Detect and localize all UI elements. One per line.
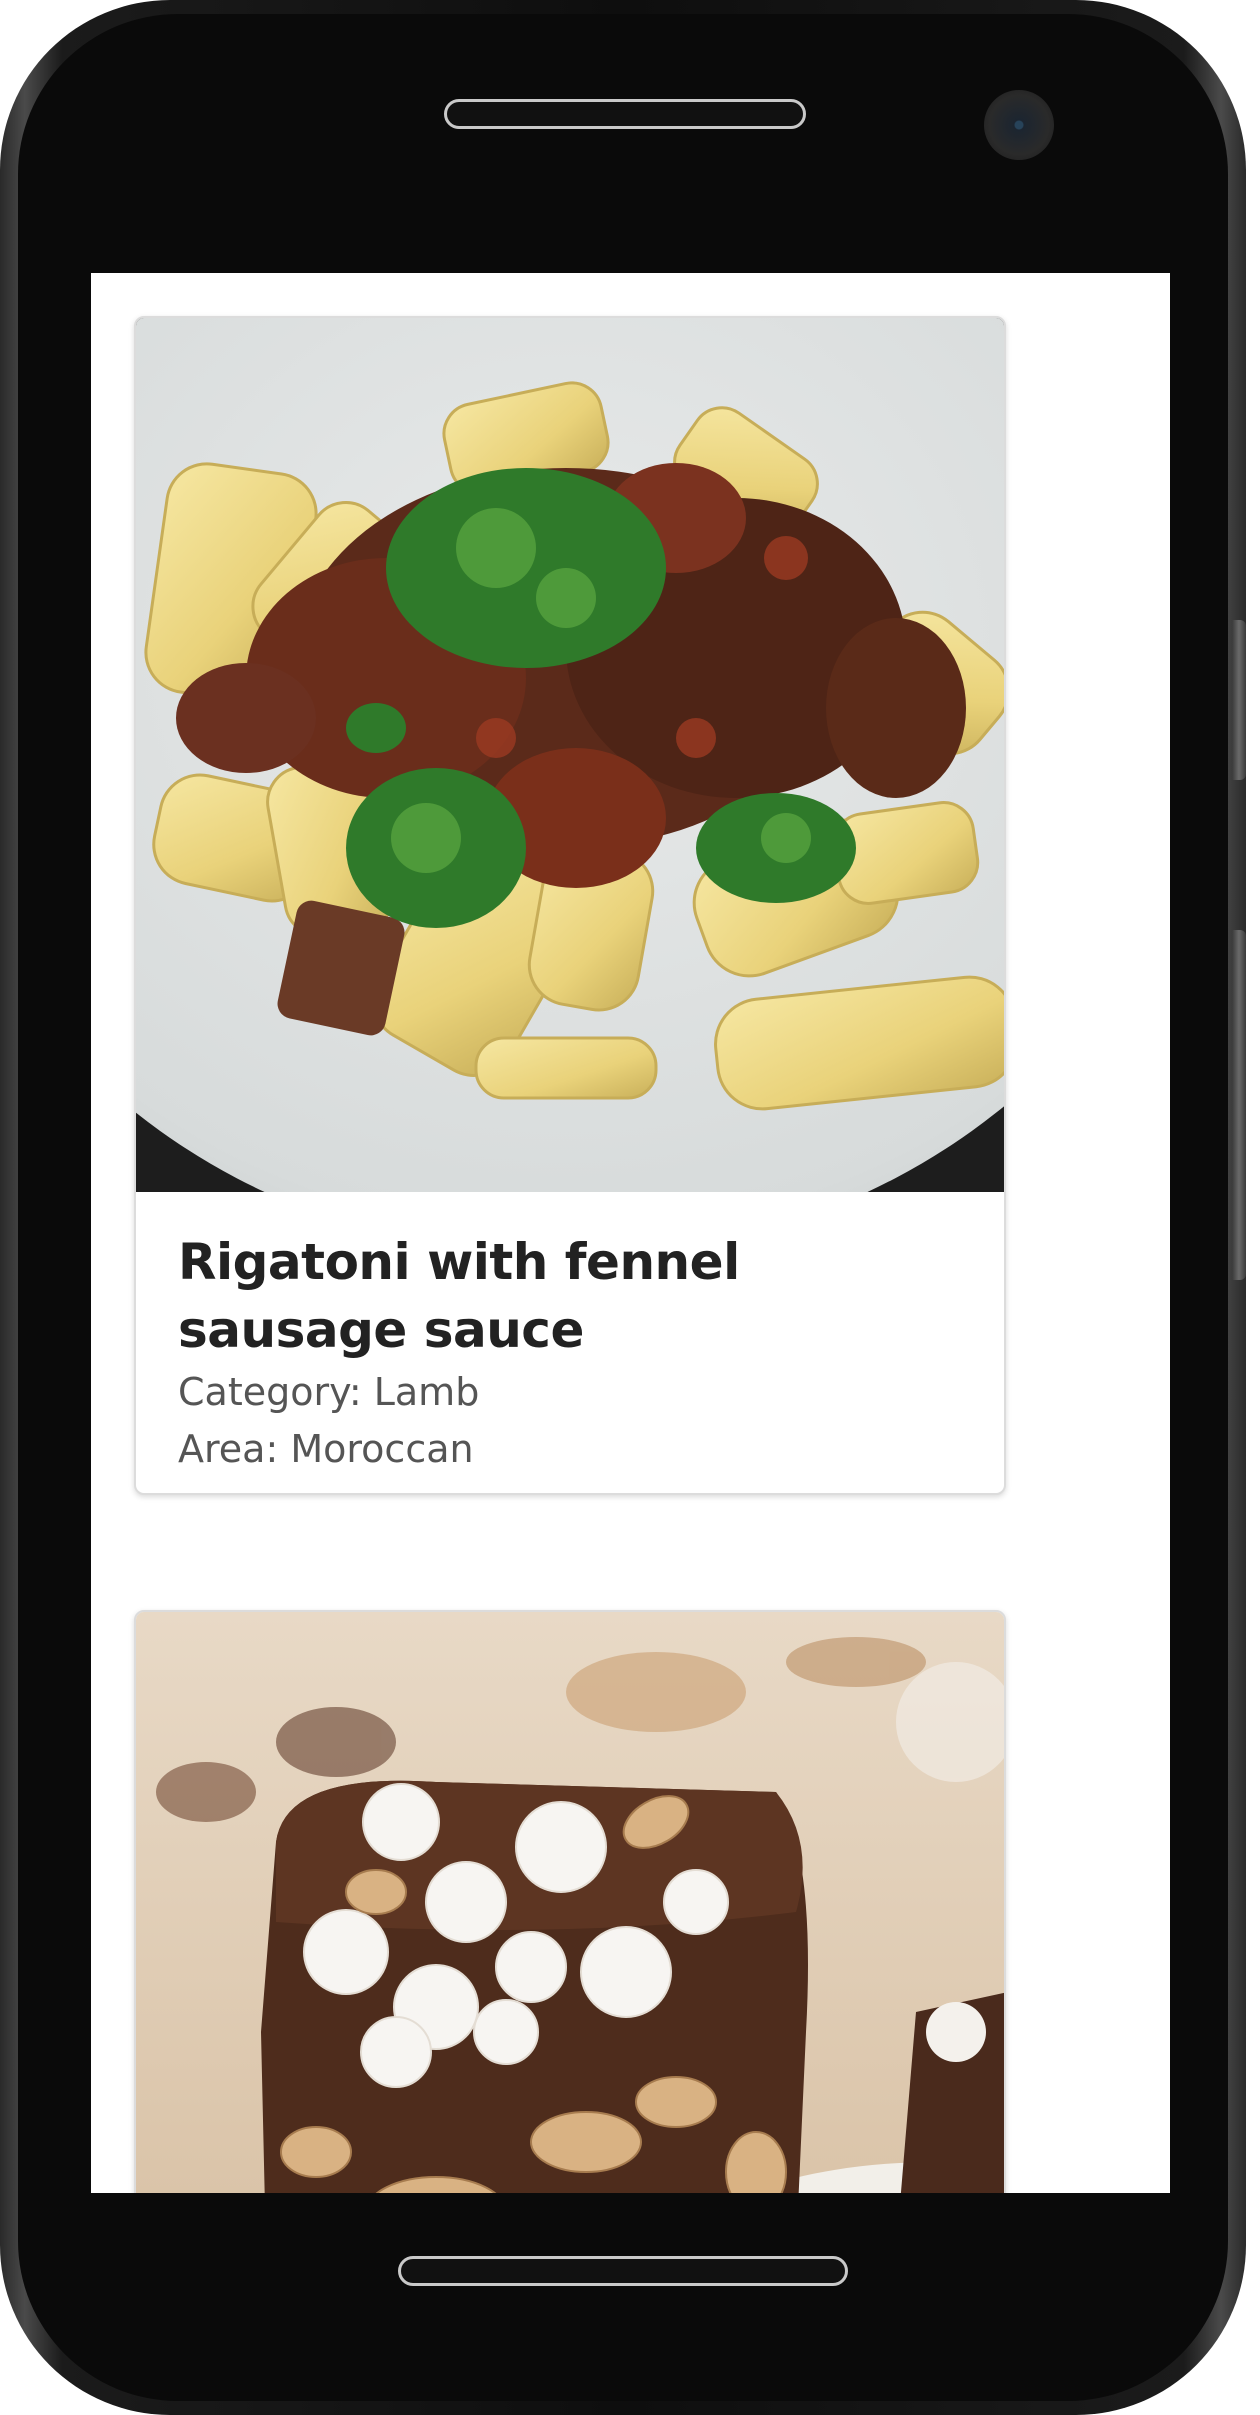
- area-value: Moroccan: [290, 1427, 474, 1471]
- power-button: [1232, 930, 1246, 1280]
- rocky-road-photo: [136, 1612, 1004, 2193]
- recipe-image[interactable]: [136, 1612, 1004, 2193]
- recipe-category: Category: Lamb: [178, 1364, 962, 1421]
- category-label: Category:: [178, 1370, 362, 1414]
- area-label: Area:: [178, 1427, 279, 1471]
- category-value: Lamb: [373, 1370, 480, 1414]
- home-pill-button[interactable]: [398, 2256, 848, 2286]
- earpiece-speaker: [444, 99, 806, 129]
- app-screen: Rigatoni with fennel sausage sauce Categ…: [91, 273, 1170, 2193]
- recipe-area: Area: Moroccan: [178, 1421, 962, 1478]
- recipe-title[interactable]: Rigatoni with fennel sausage sauce: [178, 1228, 962, 1364]
- recipe-card[interactable]: Rigatoni with fennel sausage sauce Categ…: [134, 316, 1006, 1495]
- front-camera: [984, 90, 1054, 160]
- recipe-image[interactable]: [136, 318, 1004, 1192]
- phone-frame: Rigatoni with fennel sausage sauce Categ…: [0, 0, 1246, 2415]
- volume-button: [1232, 620, 1246, 780]
- pasta-photo: [136, 318, 1004, 1192]
- recipe-card-body: Rigatoni with fennel sausage sauce Categ…: [136, 1192, 1004, 1478]
- recipe-card[interactable]: [134, 1610, 1006, 2193]
